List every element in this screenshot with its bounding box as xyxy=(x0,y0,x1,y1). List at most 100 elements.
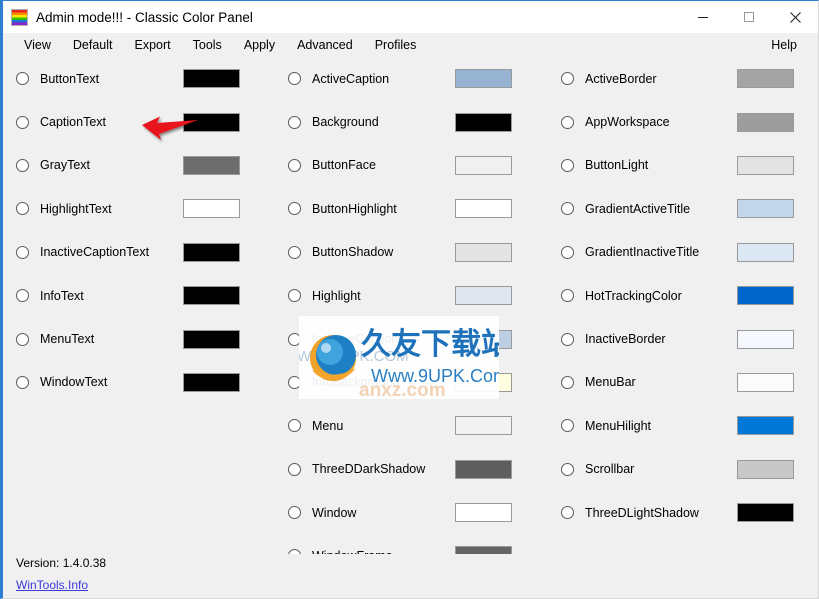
color-row[interactable]: GradientInactiveTitle xyxy=(549,231,819,274)
color-row[interactable]: ButtonLight xyxy=(549,144,819,187)
radio-inactivecaptiontext[interactable] xyxy=(16,245,29,259)
radio-infobackground[interactable] xyxy=(288,375,301,389)
color-row[interactable]: ButtonHighlight xyxy=(279,187,549,230)
color-row[interactable]: ThreeDDarkShadow xyxy=(279,448,549,491)
color-swatch-menubar[interactable] xyxy=(737,372,794,392)
color-swatch-buttonhighlight[interactable] xyxy=(455,199,512,219)
color-swatch-threedlightshadow[interactable] xyxy=(737,503,794,523)
close-icon[interactable] xyxy=(772,1,818,33)
radio-appworkspace[interactable] xyxy=(561,115,574,129)
radio-buttonface[interactable] xyxy=(288,158,301,172)
color-swatch-hottrackingcolor[interactable] xyxy=(737,286,794,306)
radio-menuhilight[interactable] xyxy=(561,419,574,433)
color-swatch-gradientinactivetitle[interactable] xyxy=(737,242,794,262)
radio-gradientinactivetitle[interactable] xyxy=(561,245,574,259)
wintools-info-link[interactable]: WinTools.Info xyxy=(16,578,88,592)
color-swatch-scrollbar[interactable] xyxy=(737,459,794,479)
radio-gradientactivetitle[interactable] xyxy=(561,202,574,216)
menu-item-advanced[interactable]: Advanced xyxy=(286,35,364,55)
radio-inactiveborder[interactable] xyxy=(561,332,574,346)
radio-graytext[interactable] xyxy=(16,158,29,172)
radio-activecaption[interactable] xyxy=(288,72,301,86)
color-swatch-highlight[interactable] xyxy=(455,286,512,306)
color-row[interactable]: ButtonShadow xyxy=(279,231,549,274)
radio-windowtext[interactable] xyxy=(16,375,29,389)
color-swatch-inactivecaptiontext[interactable] xyxy=(183,242,240,262)
radio-threedlightshadow[interactable] xyxy=(561,506,574,520)
radio-buttonshadow[interactable] xyxy=(288,245,301,259)
color-row[interactable]: MenuText xyxy=(3,317,279,360)
radio-threeddarkshadow[interactable] xyxy=(288,462,301,476)
color-swatch-inactiveborder[interactable] xyxy=(737,329,794,349)
color-swatch-inactivecaption[interactable] xyxy=(455,329,512,349)
color-swatch-buttonlight[interactable] xyxy=(737,155,794,175)
radio-hottrackingcolor[interactable] xyxy=(561,289,574,303)
menu-item-apply[interactable]: Apply xyxy=(233,35,286,55)
color-swatch-gradientactivetitle[interactable] xyxy=(737,199,794,219)
menu-item-view[interactable]: View xyxy=(13,35,62,55)
radio-buttontext[interactable] xyxy=(16,72,29,86)
color-swatch-graytext[interactable] xyxy=(183,155,240,175)
color-row[interactable]: WindowText xyxy=(3,361,279,404)
radio-scrollbar[interactable] xyxy=(561,462,574,476)
color-swatch-buttonface[interactable] xyxy=(455,155,512,175)
color-swatch-threeddarkshadow[interactable] xyxy=(455,459,512,479)
color-swatch-infotext[interactable] xyxy=(183,286,240,306)
color-row[interactable]: ActiveCaption xyxy=(279,57,549,100)
maximize-icon[interactable] xyxy=(726,1,772,33)
radio-background[interactable] xyxy=(288,115,301,129)
color-row[interactable]: InactiveCaption xyxy=(279,317,549,360)
color-swatch-appworkspace[interactable] xyxy=(737,112,794,132)
menu-item-profiles[interactable]: Profiles xyxy=(364,35,428,55)
radio-infotext[interactable] xyxy=(16,289,29,303)
color-swatch-activecaption[interactable] xyxy=(455,69,512,89)
color-swatch-menu[interactable] xyxy=(455,416,512,436)
color-row[interactable]: ActiveBorder xyxy=(549,57,819,100)
color-swatch-activeborder[interactable] xyxy=(737,69,794,89)
color-row[interactable]: CaptionText xyxy=(3,100,279,143)
radio-highlight[interactable] xyxy=(288,289,301,303)
color-row[interactable]: Menu xyxy=(279,404,549,447)
color-row[interactable]: GradientActiveTitle xyxy=(549,187,819,230)
color-swatch-infobackground[interactable] xyxy=(455,372,512,392)
color-row[interactable]: GrayText xyxy=(3,144,279,187)
radio-buttonlight[interactable] xyxy=(561,158,574,172)
menu-item-tools[interactable]: Tools xyxy=(182,35,233,55)
radio-menutext[interactable] xyxy=(16,332,29,346)
color-row[interactable]: InactiveCaptionText xyxy=(3,231,279,274)
color-row[interactable]: HotTrackingColor xyxy=(549,274,819,317)
radio-activeborder[interactable] xyxy=(561,72,574,86)
menu-item-default[interactable]: Default xyxy=(62,35,124,55)
color-swatch-buttonshadow[interactable] xyxy=(455,242,512,262)
color-swatch-highlighttext[interactable] xyxy=(183,199,240,219)
radio-highlighttext[interactable] xyxy=(16,202,29,216)
color-swatch-menutext[interactable] xyxy=(183,329,240,349)
radio-window[interactable] xyxy=(288,506,301,520)
color-row[interactable]: HighlightText xyxy=(3,187,279,230)
color-row[interactable]: MenuHilight xyxy=(549,404,819,447)
color-row[interactable]: InfoBackground xyxy=(279,361,549,404)
color-swatch-captiontext[interactable] xyxy=(183,112,240,132)
radio-buttonhighlight[interactable] xyxy=(288,202,301,216)
menu-item-export[interactable]: Export xyxy=(123,35,181,55)
color-swatch-menuhilight[interactable] xyxy=(737,416,794,436)
color-row[interactable]: MenuBar xyxy=(549,361,819,404)
color-row[interactable]: AppWorkspace xyxy=(549,100,819,143)
color-swatch-buttontext[interactable] xyxy=(183,69,240,89)
radio-menubar[interactable] xyxy=(561,375,574,389)
color-row[interactable]: ThreeDLightShadow xyxy=(549,491,819,534)
minimize-icon[interactable] xyxy=(680,1,726,33)
color-row[interactable]: InfoText xyxy=(3,274,279,317)
color-swatch-windowtext[interactable] xyxy=(183,372,240,392)
radio-menu[interactable] xyxy=(288,419,301,433)
radio-captiontext[interactable] xyxy=(16,115,29,129)
color-row[interactable]: InactiveBorder xyxy=(549,317,819,360)
color-row[interactable]: Highlight xyxy=(279,274,549,317)
color-swatch-background[interactable] xyxy=(455,112,512,132)
color-row[interactable]: ButtonFace xyxy=(279,144,549,187)
color-row[interactable]: Background xyxy=(279,100,549,143)
color-swatch-window[interactable] xyxy=(455,503,512,523)
radio-inactivecaption[interactable] xyxy=(288,332,301,346)
color-row[interactable]: Scrollbar xyxy=(549,448,819,491)
color-row[interactable]: ButtonText xyxy=(3,57,279,100)
